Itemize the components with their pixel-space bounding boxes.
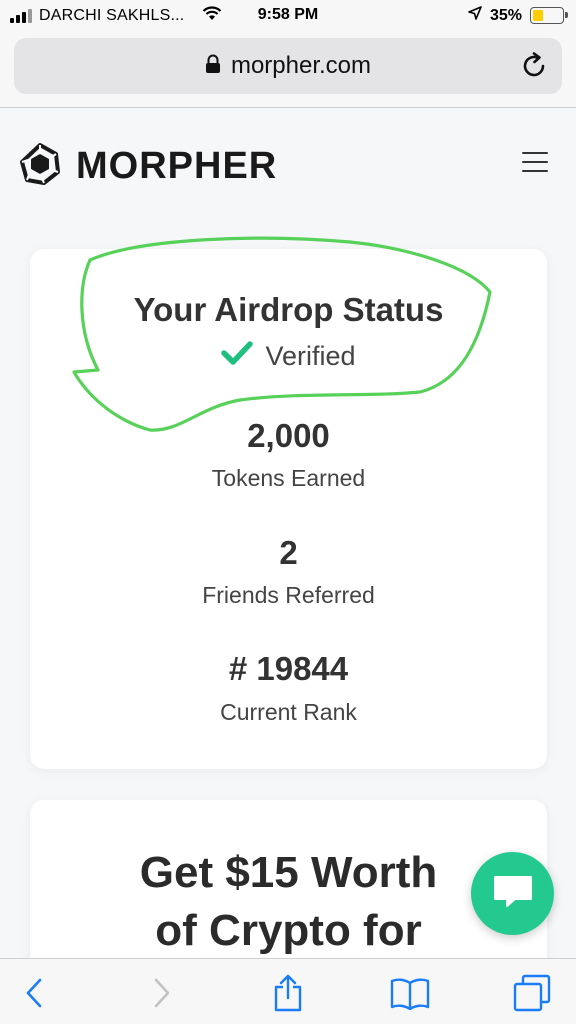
share-icon[interactable]: [266, 973, 310, 1013]
checkmark-icon: [221, 341, 254, 372]
lock-icon: [205, 54, 221, 79]
airdrop-status-card: Your Airdrop Status Verified 2,000 Token…: [30, 249, 547, 769]
morpher-logo-icon: [18, 142, 62, 191]
brand-logo[interactable]: MORPHER: [18, 142, 277, 191]
status-bar: DARCHI SAKHLS... 9:58 PM 35%: [0, 0, 576, 34]
promo-title-line-2: of Crypto for: [155, 906, 422, 955]
address-bar[interactable]: morpher.com: [14, 38, 562, 94]
status-right: 35%: [468, 6, 568, 25]
site-header: MORPHER: [0, 108, 576, 218]
battery-percent: 35%: [489, 6, 522, 24]
tabs-icon[interactable]: [510, 973, 554, 1013]
verified-status: Verified: [30, 341, 547, 372]
friends-referred-label: Friends Referred: [202, 582, 375, 608]
hamburger-menu-icon[interactable]: [522, 152, 548, 172]
tokens-earned-label: Tokens Earned: [211, 465, 366, 491]
url-text: morpher.com: [230, 52, 372, 79]
battery-icon: [530, 7, 568, 24]
brand-name: MORPHER: [76, 145, 278, 187]
location-icon: [468, 6, 482, 25]
reload-icon[interactable]: [522, 52, 548, 85]
friends-referred-value: 2: [279, 534, 298, 571]
promo-title-line-1: Get $15 Worth: [139, 848, 438, 897]
chat-bubble-icon: [491, 873, 535, 914]
chat-button[interactable]: [471, 852, 554, 935]
browser-address-area: morpher.com: [0, 34, 576, 108]
promo-title: Get $15 Worth of Crypto for: [30, 844, 547, 960]
verified-label: Verified: [265, 341, 356, 371]
address-center: morpher.com: [14, 38, 562, 94]
airdrop-status-title: Your Airdrop Status: [133, 291, 444, 328]
current-rank-label: Current Rank: [220, 699, 357, 725]
back-icon[interactable]: [12, 973, 56, 1013]
current-rank-value: # 19844: [228, 650, 349, 687]
tokens-earned-value: 2,000: [247, 417, 330, 454]
forward-icon[interactable]: [140, 973, 184, 1013]
bookmarks-icon[interactable]: [388, 973, 432, 1013]
battery-fill: [533, 10, 543, 21]
browser-toolbar: [0, 958, 576, 1024]
